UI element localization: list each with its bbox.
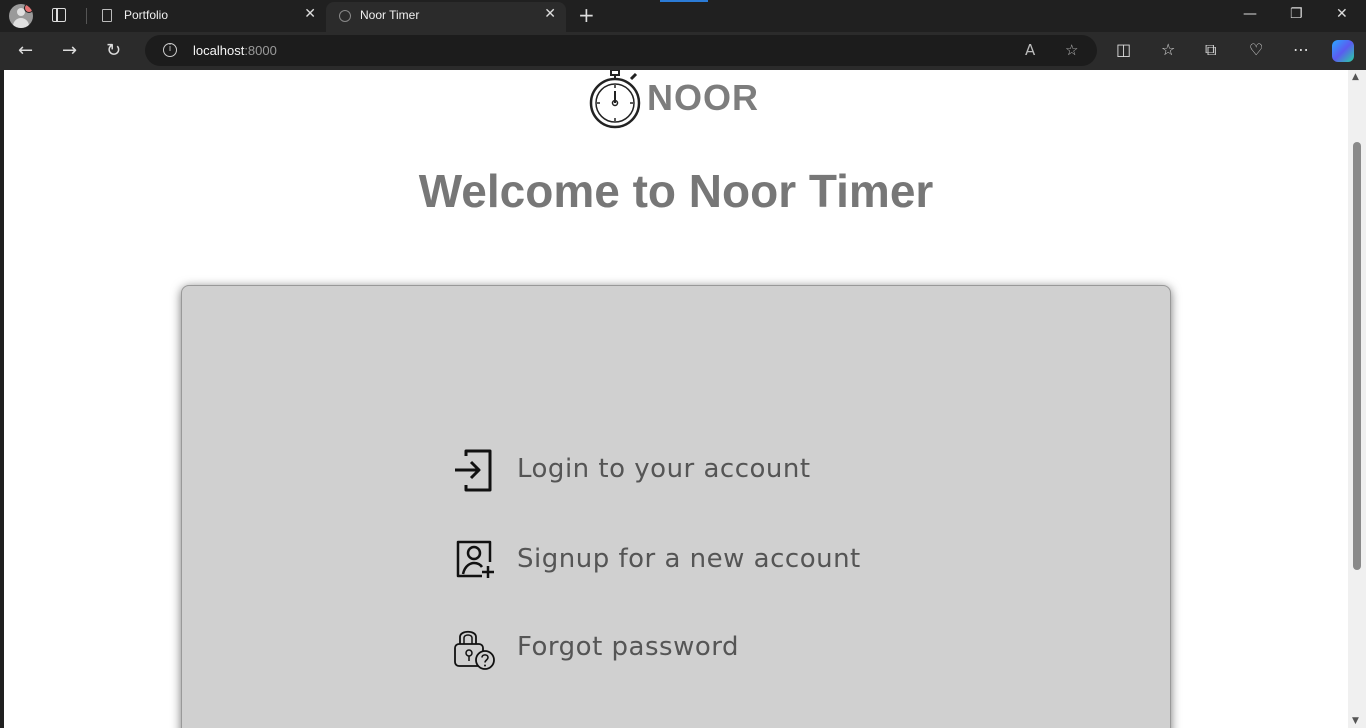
new-tab-button[interactable]: + xyxy=(578,3,595,27)
brand-name: NOOR xyxy=(647,77,759,118)
tab-separator xyxy=(86,8,87,24)
info-icon[interactable]: i xyxy=(163,43,177,57)
vertical-scrollbar[interactable]: ▲ ▼ xyxy=(1348,70,1366,728)
split-screen-icon[interactable]: ◫ xyxy=(1116,40,1131,59)
minimize-button[interactable]: — xyxy=(1243,6,1257,22)
tab-noor-timer[interactable]: Noor Timer ✕ xyxy=(326,2,566,32)
lock-question-icon xyxy=(454,630,495,670)
scroll-up-icon[interactable]: ▲ xyxy=(1352,72,1359,82)
tab-portfolio[interactable]: Portfolio ✕ xyxy=(90,0,326,32)
login-option[interactable]: Login to your account xyxy=(452,446,872,496)
login-label: Login to your account xyxy=(517,454,811,484)
tab-actions-icon[interactable] xyxy=(52,8,66,22)
add-user-icon xyxy=(456,540,494,578)
tab-label: Noor Timer xyxy=(360,8,420,22)
signup-label: Signup for a new account xyxy=(517,544,861,574)
window-close-button[interactable]: ✕ xyxy=(1336,6,1348,22)
signup-option[interactable]: Signup for a new account xyxy=(452,536,872,586)
title-bar: Portfolio ✕ Noor Timer ✕ + — ❐ ✕ xyxy=(0,0,1366,32)
performance-icon[interactable]: ♡ xyxy=(1249,40,1263,59)
refresh-button[interactable]: ↻ xyxy=(106,40,121,61)
browser-toolbar: ← → ↻ i localhost:8000 A ☆ ◫ ☆ ⧉ ♡ ⋯ xyxy=(0,32,1366,70)
drag-indicator xyxy=(660,0,708,2)
more-menu-icon[interactable]: ⋯ xyxy=(1293,40,1309,59)
favorites-icon[interactable]: ☆ xyxy=(1161,40,1175,59)
login-icon xyxy=(455,449,492,492)
stopwatch-icon xyxy=(589,70,641,129)
logo: NOOR xyxy=(587,70,767,130)
forward-button[interactable]: → xyxy=(62,40,77,61)
close-icon[interactable]: ✕ xyxy=(304,6,316,22)
timer-icon xyxy=(339,10,351,22)
profile-avatar[interactable] xyxy=(9,4,33,28)
options-card: Login to your account Signup for a new a… xyxy=(181,285,1171,728)
url-text[interactable]: localhost:8000 xyxy=(193,43,277,58)
forgot-password-label: Forgot password xyxy=(517,632,739,662)
address-bar[interactable]: i localhost:8000 A ☆ xyxy=(145,35,1097,66)
restore-button[interactable]: ❐ xyxy=(1290,6,1303,22)
collections-icon[interactable]: ⧉ xyxy=(1205,40,1216,60)
page-viewport: NOOR Welcome to Noor Timer Login to your… xyxy=(4,70,1348,728)
scrollbar-thumb[interactable] xyxy=(1353,142,1361,570)
copilot-icon[interactable] xyxy=(1332,40,1354,62)
page-title: Welcome to Noor Timer xyxy=(418,165,934,217)
forgot-password-option[interactable]: Forgot password xyxy=(452,624,872,674)
read-aloud-icon[interactable]: A xyxy=(1025,41,1035,59)
scroll-down-icon[interactable]: ▼ xyxy=(1352,716,1359,726)
favorite-star-icon[interactable]: ☆ xyxy=(1065,41,1078,59)
close-icon[interactable]: ✕ xyxy=(544,6,556,22)
tab-label: Portfolio xyxy=(124,8,169,22)
back-button[interactable]: ← xyxy=(18,40,33,61)
page-icon xyxy=(102,9,112,22)
